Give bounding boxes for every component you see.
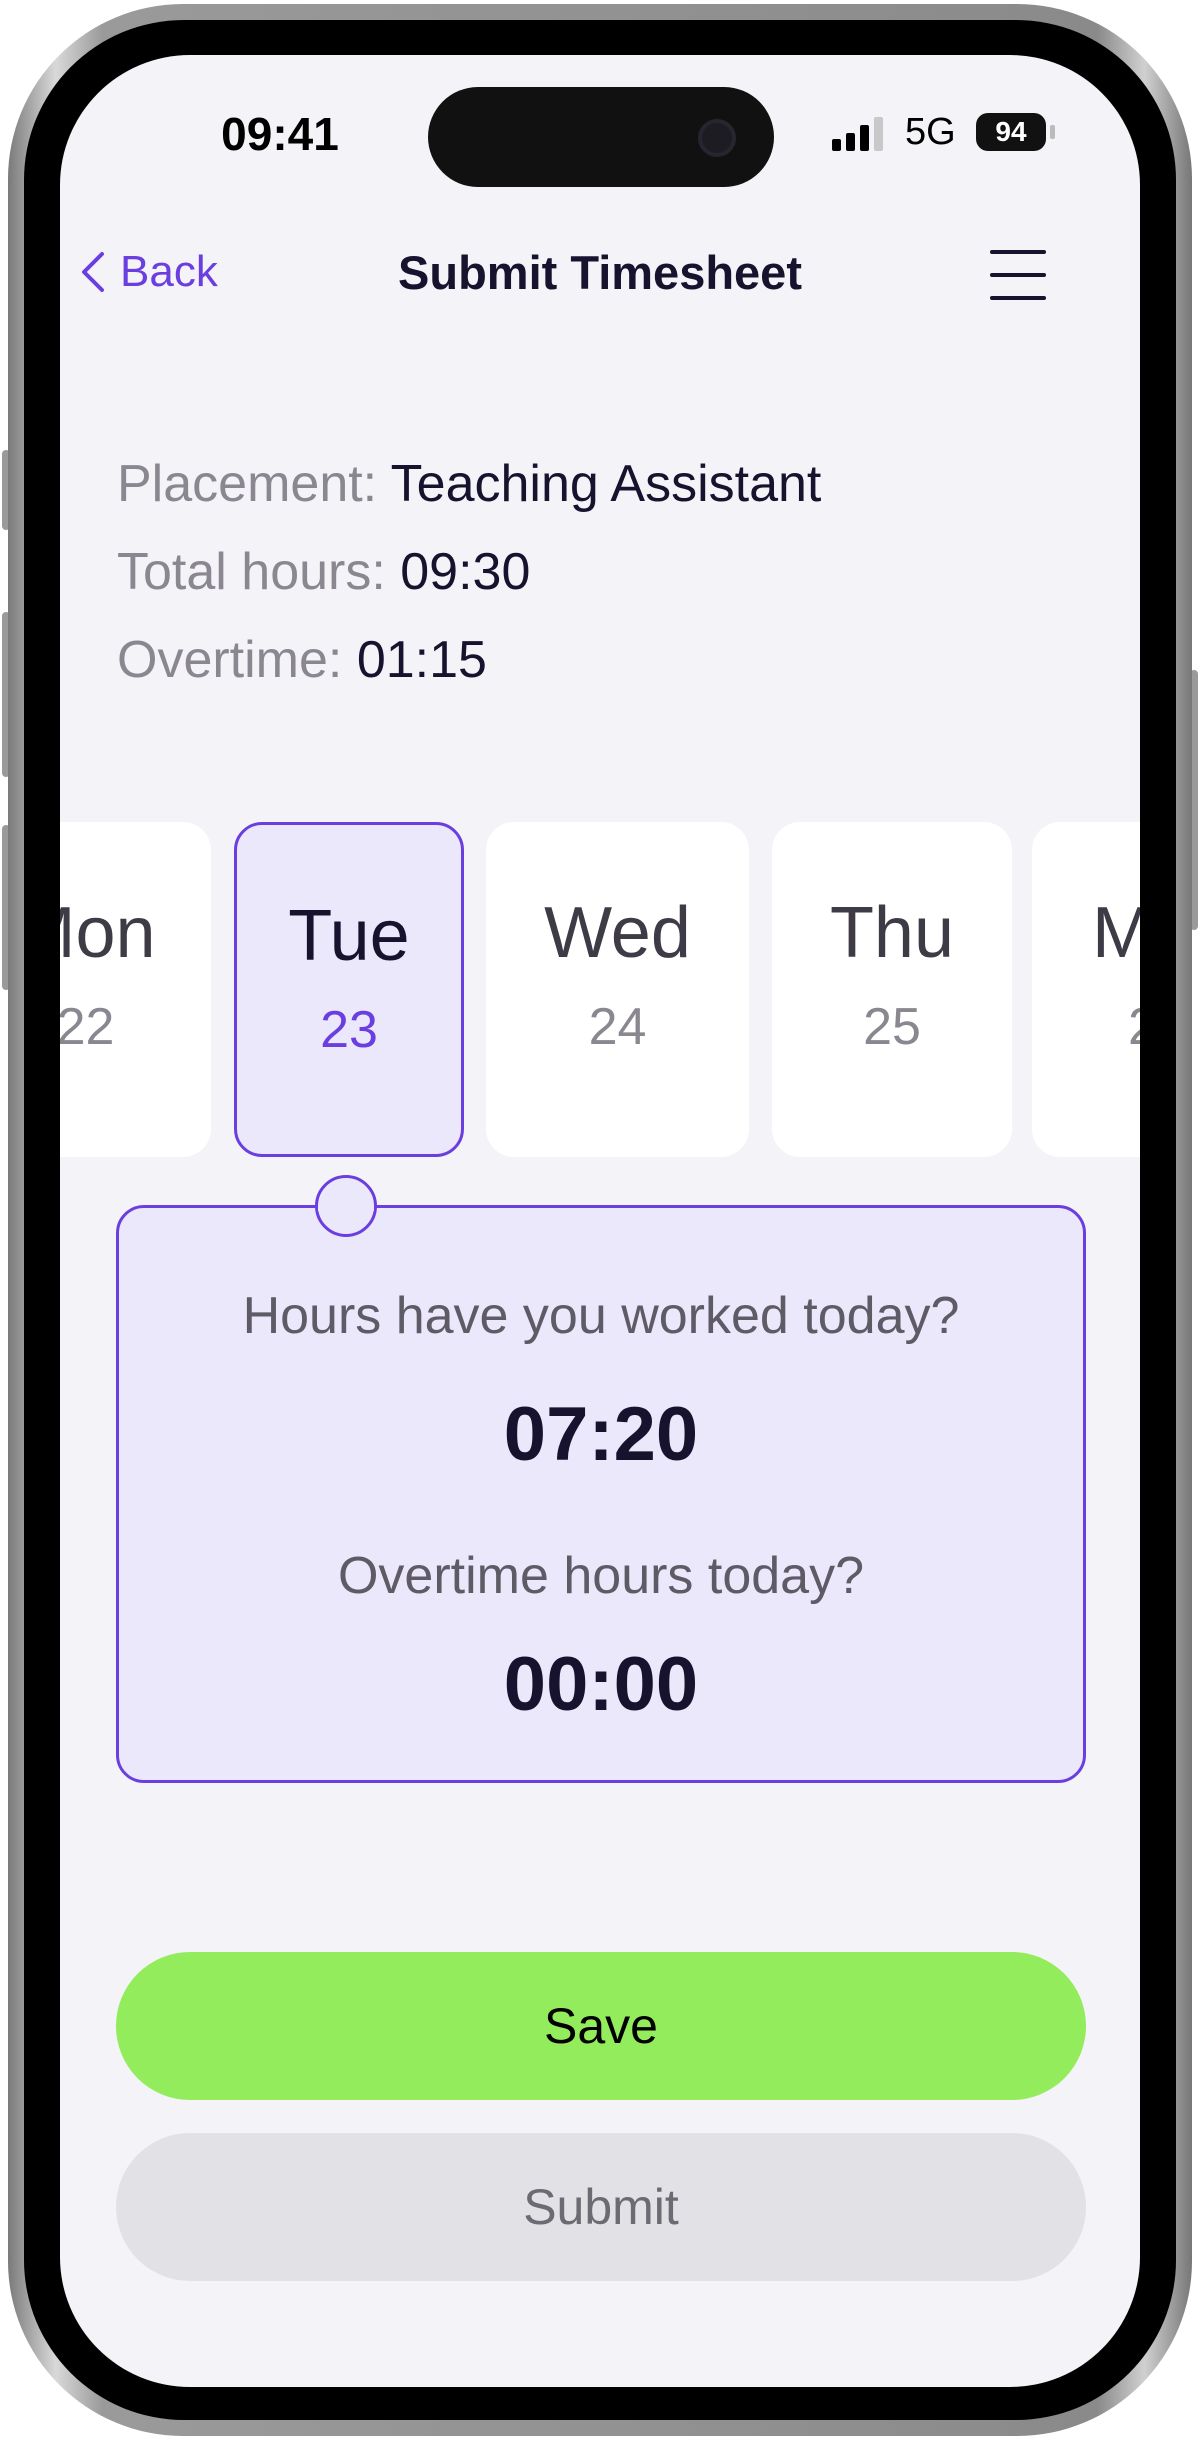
day-date: 24 xyxy=(588,998,647,1056)
timesheet-summary: Placement: Teaching Assistant Total hour… xyxy=(117,440,821,704)
placement-value: Teaching Assistant xyxy=(390,455,822,513)
panel-pointer-joint xyxy=(318,1205,374,1211)
overtime-label: Overtime: xyxy=(117,631,343,689)
total-hours-label: Total hours: xyxy=(117,543,386,601)
camera-icon xyxy=(698,119,736,157)
app-screen: 09:41 5G 94 Back Submit Timesheet Placem… xyxy=(60,55,1140,2387)
status-time: 09:41 xyxy=(221,108,339,160)
day-name: Mon xyxy=(60,893,156,973)
phone-mockup: 09:41 5G 94 Back Submit Timesheet Placem… xyxy=(0,0,1200,2440)
signal-icon xyxy=(832,117,892,151)
page-title: Submit Timesheet xyxy=(398,246,802,299)
submit-button[interactable]: Submit xyxy=(116,2133,1086,2281)
overtime-value: 01:15 xyxy=(356,631,487,689)
day-card-tue[interactable]: Tue 23 xyxy=(234,822,464,1157)
day-date: 25 xyxy=(863,998,921,1056)
battery-level: 94 xyxy=(995,116,1027,147)
placement-row: Placement: Teaching Assistant xyxy=(117,440,821,528)
overtime-input[interactable]: 00:00 xyxy=(119,1641,1083,1728)
network-type: 5G xyxy=(905,111,956,153)
day-date: 22 xyxy=(60,998,115,1056)
save-button[interactable]: Save xyxy=(116,1952,1086,2100)
overtime-row: Overtime: 01:15 xyxy=(117,616,821,704)
overtime-question: Overtime hours today? xyxy=(337,1547,865,1605)
day-date: 2 xyxy=(1128,997,1140,1057)
day-card-next[interactable]: M 2 xyxy=(1032,822,1140,1157)
hours-entry-panel: Hours have you worked today? 07:20 Overt… xyxy=(116,1205,1086,1783)
day-date: 23 xyxy=(320,1001,378,1059)
day-card-mon[interactable]: Mon 22 xyxy=(60,822,211,1157)
day-name: M xyxy=(1092,893,1140,973)
hours-input[interactable]: 07:20 xyxy=(119,1391,1083,1478)
menu-icon[interactable] xyxy=(990,250,1050,302)
total-hours-value: 09:30 xyxy=(400,543,531,601)
day-name: Thu xyxy=(829,893,955,973)
battery-tip xyxy=(1050,125,1055,139)
battery-icon: 94 xyxy=(976,113,1046,151)
total-hours-row: Total hours: 09:30 xyxy=(117,528,821,616)
dynamic-island xyxy=(428,87,774,187)
placement-label: Placement: xyxy=(117,455,378,513)
day-name: Wed xyxy=(544,893,691,973)
day-name: Tue xyxy=(288,896,410,976)
day-card-thu[interactable]: Thu 25 xyxy=(772,822,1012,1157)
day-card-wed[interactable]: Wed 24 xyxy=(486,822,749,1157)
hours-question: Hours have you worked today? xyxy=(242,1287,960,1345)
